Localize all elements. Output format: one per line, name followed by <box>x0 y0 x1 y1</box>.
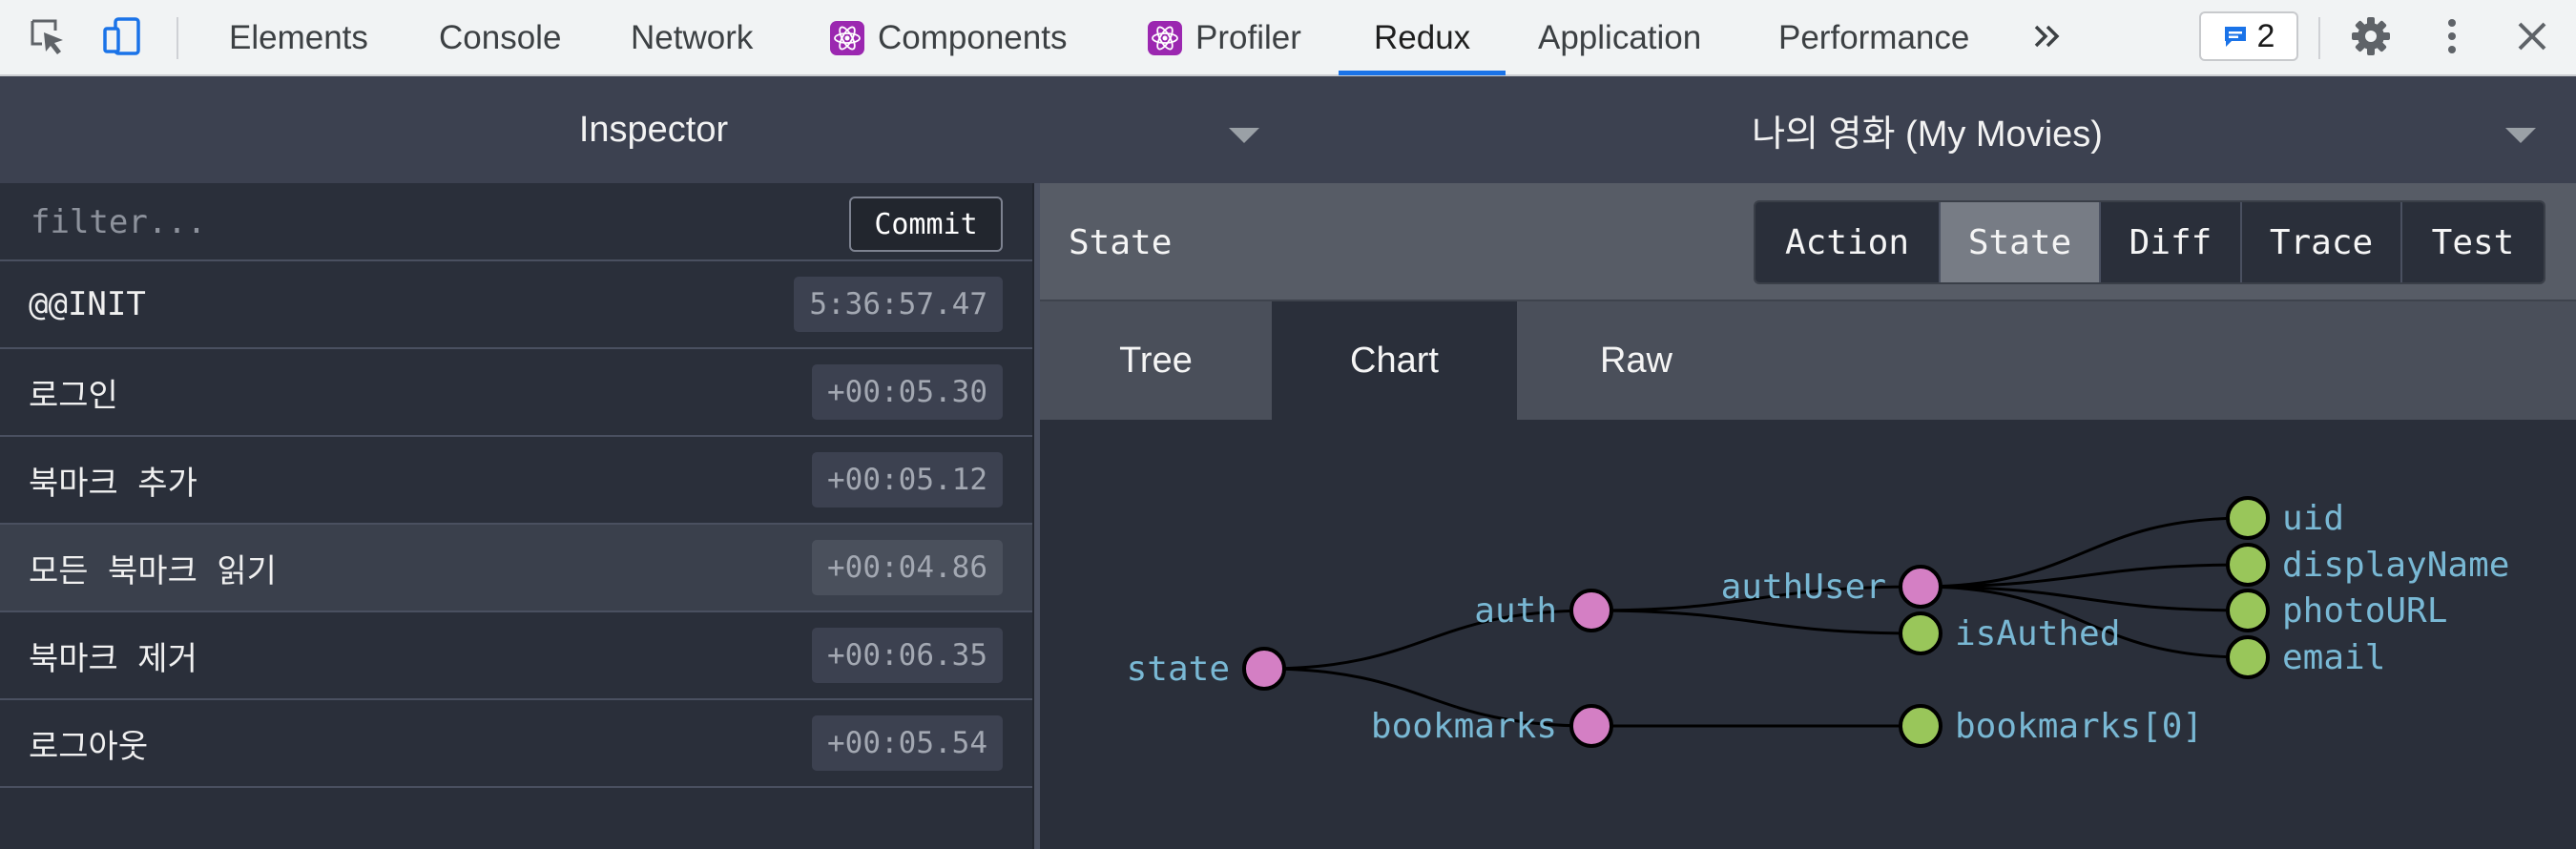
react-logo-icon <box>1148 21 1182 55</box>
devtools-window: Elements Console Network Components Profiler… <box>0 0 2576 849</box>
monitor-selector[interactable]: Inspector <box>0 76 1307 183</box>
state-tree-chart: state auth bookmarks authUser isAuthed bookma… <box>1127 496 2509 748</box>
commit-button[interactable]: Commit <box>849 197 1003 252</box>
action-row[interactable]: @@INIT 5:36:57.47 <box>0 261 1032 349</box>
tree-node-bookmarks-0[interactable] <box>1899 704 1942 748</box>
tree-node-photourl[interactable] <box>2226 589 2270 632</box>
tab-components[interactable]: Components <box>830 0 1067 76</box>
tab-elements[interactable]: Elements <box>229 0 368 76</box>
monitor-dropdown-caret-icon[interactable] <box>1229 128 1259 143</box>
action-row[interactable]: 모든 북마크 읽기 +00:04.86 <box>0 525 1032 612</box>
tab-trace[interactable]: Trace <box>2242 202 2402 282</box>
tab-application[interactable]: Application <box>1538 0 1701 76</box>
view-tab-raw[interactable]: Raw <box>1517 301 1755 420</box>
tree-node-label: email <box>2282 638 2385 677</box>
tab-label: Profiler <box>1195 19 1301 56</box>
tree-node-label: authUser <box>1721 568 1886 607</box>
tree-node-label: photoURL <box>2282 591 2447 631</box>
action-timestamp: +00:06.35 <box>812 628 1003 683</box>
tab-label: Redux <box>1374 19 1471 56</box>
tab-label: Console <box>439 19 562 56</box>
tab-label: Components <box>878 19 1068 56</box>
action-row[interactable]: 로그아웃 +00:05.54 <box>0 700 1032 788</box>
inspector-toolbar: State Action State Diff Trace Test <box>1040 183 2576 301</box>
action-name: 북마크 제거 <box>29 639 197 678</box>
tree-node-email[interactable] <box>2226 635 2270 679</box>
redux-devtools-header: Inspector 나의 영화 (My Movies) <box>0 76 2576 183</box>
state-chart: state auth bookmarks authUser isAuthed bookma… <box>1040 420 2576 849</box>
tree-node-displayname[interactable] <box>2226 543 2270 587</box>
tree-node-authuser[interactable] <box>1899 565 1942 609</box>
action-timestamp: +00:05.54 <box>812 715 1003 771</box>
settings-gear-icon[interactable] <box>2348 13 2394 59</box>
toolbar-divider <box>177 17 178 59</box>
action-name: 북마크 추가 <box>29 464 197 503</box>
tree-node-label: bookmarks[0] <box>1955 707 2203 746</box>
tab-label: Elements <box>229 19 368 56</box>
tab-action[interactable]: Action <box>1755 202 1941 282</box>
devtools-toolbar: Elements Console Network Components Profiler… <box>0 0 2576 76</box>
action-filter-input[interactable] <box>29 197 815 248</box>
inspector-panel: State Action State Diff Trace Test Tree Chart… <box>1040 183 2576 849</box>
tree-node-label: isAuthed <box>1955 614 2120 653</box>
toolbar-divider <box>2318 17 2320 59</box>
active-tab-indicator <box>1339 71 1506 75</box>
instance-dropdown-caret-icon[interactable] <box>2505 128 2536 143</box>
inspect-element-icon[interactable] <box>25 13 71 59</box>
tree-node-auth[interactable] <box>1569 589 1613 632</box>
issues-message-icon <box>2224 27 2246 47</box>
issues-count: 2 <box>2256 17 2275 54</box>
device-toolbar-icon[interactable] <box>99 13 145 59</box>
issues-badge[interactable]: 2 <box>2199 11 2298 61</box>
react-logo-icon <box>830 21 864 55</box>
tab-profiler[interactable]: Profiler <box>1148 0 1301 76</box>
inspector-tab-group: Action State Diff Trace Test <box>1754 200 2545 284</box>
monitor-selector-label: Inspector <box>578 109 729 150</box>
action-name: 로그아웃 <box>29 727 149 766</box>
action-timestamp: +00:04.86 <box>812 540 1003 595</box>
action-row[interactable]: 로그인 +00:05.30 <box>0 349 1032 437</box>
view-tab-chart[interactable]: Chart <box>1272 301 1517 420</box>
more-tabs-icon[interactable] <box>2025 13 2070 59</box>
tree-node-label: uid <box>2282 499 2344 538</box>
inspector-title: State <box>1069 222 1173 262</box>
tab-performance[interactable]: Performance <box>1778 0 1969 76</box>
instance-selector[interactable]: 나의 영화 (My Movies) <box>1307 76 2547 183</box>
action-name: 로그인 <box>29 376 118 415</box>
tab-test[interactable]: Test <box>2402 202 2544 282</box>
action-row[interactable]: 북마크 제거 +00:06.35 <box>0 612 1032 700</box>
action-filter-bar: Commit <box>0 183 1032 261</box>
tab-diff[interactable]: Diff <box>2101 202 2242 282</box>
close-icon[interactable] <box>2509 13 2555 59</box>
tree-node-label: state <box>1127 650 1230 689</box>
tree-edge-auth-isauthed <box>1590 609 1922 635</box>
tree-node-label: auth <box>1474 591 1557 631</box>
action-timestamp: +00:05.12 <box>812 452 1003 507</box>
view-tab-tree[interactable]: Tree <box>1040 301 1272 420</box>
tree-node-bookmarks[interactable] <box>1569 704 1613 748</box>
tab-state[interactable]: State <box>1941 202 2101 282</box>
tab-label: Application <box>1538 19 1702 56</box>
action-list-panel: Commit @@INIT 5:36:57.47 로그인 +00:05.30 북마크 추… <box>0 183 1032 849</box>
tab-network[interactable]: Network <box>631 0 753 76</box>
tree-node-label: bookmarks <box>1371 707 1557 746</box>
panel-splitter[interactable] <box>1032 183 1040 849</box>
tab-redux[interactable]: Redux <box>1374 0 1470 76</box>
tree-node-isauthed[interactable] <box>1899 611 1942 655</box>
state-view-tabs: Tree Chart Raw <box>1040 301 2576 420</box>
tree-node-uid[interactable] <box>2226 496 2270 540</box>
action-timestamp: 5:36:57.47 <box>794 277 1003 332</box>
tab-label: Performance <box>1778 19 1970 56</box>
tree-node-state[interactable] <box>1242 647 1286 691</box>
tab-console[interactable]: Console <box>439 0 561 76</box>
instance-selector-label: 나의 영화 (My Movies) <box>1752 114 2103 155</box>
action-row[interactable]: 북마크 추가 +00:05.12 <box>0 437 1032 525</box>
tab-label: Network <box>631 19 754 56</box>
tree-node-label: displayName <box>2282 546 2509 585</box>
action-name: @@INIT <box>29 285 146 323</box>
action-name: 모든 북마크 읽기 <box>29 551 277 590</box>
more-options-icon[interactable] <box>2429 13 2475 59</box>
action-timestamp: +00:05.30 <box>812 364 1003 420</box>
